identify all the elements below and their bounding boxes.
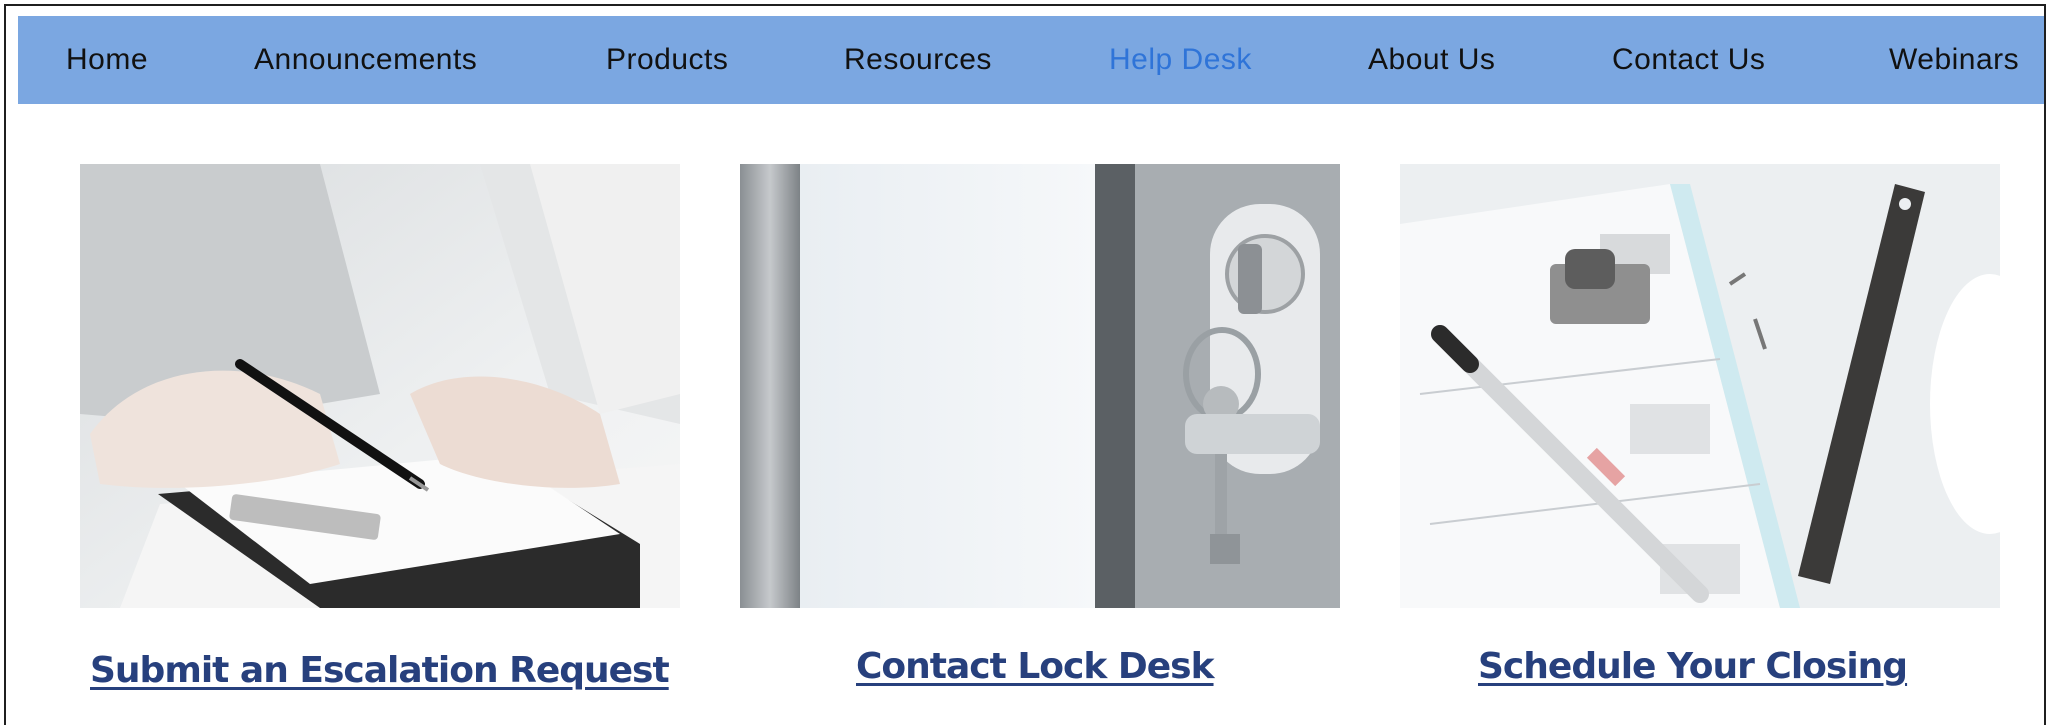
submit-escalation-link[interactable]: Submit an Escalation Request [90, 650, 670, 691]
page-frame: Home Announcements Products Resources He… [4, 4, 2046, 725]
card-escalation: Submit an Escalation Request [80, 164, 680, 691]
key-in-lock-photo[interactable] [740, 164, 1340, 608]
nav-webinars[interactable]: Webinars [1889, 16, 2019, 104]
nav-products[interactable]: Products [606, 16, 728, 104]
card-lock-desk: Contact Lock Desk [740, 164, 1340, 687]
schedule-closing-link[interactable]: Schedule Your Closing [1478, 646, 1908, 687]
nav-announcements[interactable]: Announcements [254, 16, 477, 104]
main-nav: Home Announcements Products Resources He… [18, 16, 2044, 104]
nav-resources[interactable]: Resources [844, 16, 992, 104]
contact-lock-desk-link[interactable]: Contact Lock Desk [856, 646, 1215, 687]
nav-home[interactable]: Home [66, 16, 148, 104]
card-schedule-closing: Schedule Your Closing [1400, 164, 2000, 687]
nav-about-us[interactable]: About Us [1368, 16, 1495, 104]
signing-document-photo[interactable] [80, 164, 680, 608]
planner-ruler-pen-photo[interactable] [1400, 164, 2000, 608]
nav-contact-us[interactable]: Contact Us [1612, 16, 1765, 104]
nav-help-desk[interactable]: Help Desk [1109, 16, 1252, 104]
